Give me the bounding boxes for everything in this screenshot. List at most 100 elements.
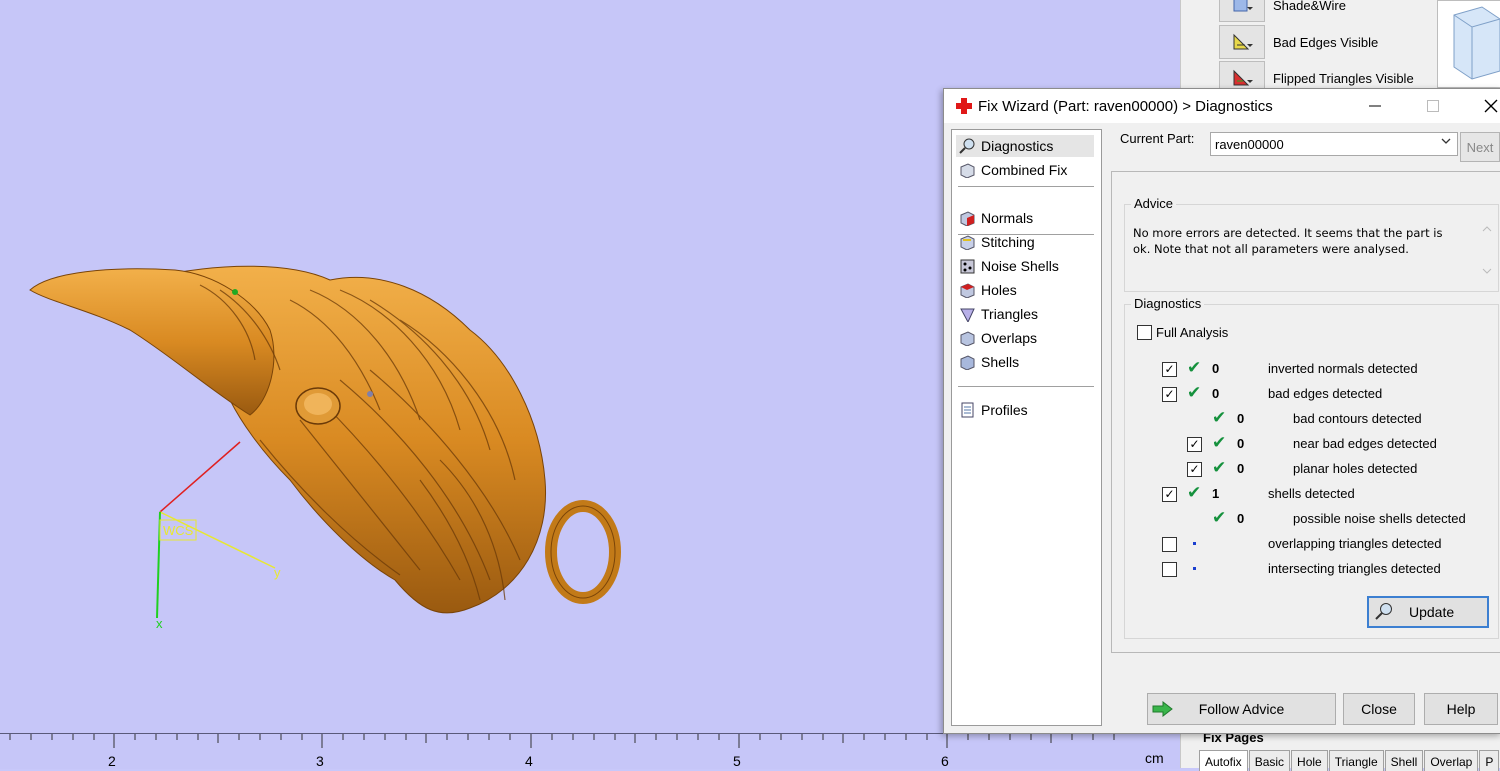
- check-icon: ✔: [1212, 408, 1227, 427]
- inverted-normals-label: inverted normals detected: [1268, 361, 1418, 376]
- advice-scrollbar[interactable]: [1480, 223, 1494, 277]
- advice-group: Advice No more errors are detected. It s…: [1124, 196, 1499, 292]
- triangles-icon: [960, 308, 975, 322]
- axis-x-label: x: [156, 616, 163, 631]
- follow-advice-label: Follow Advice: [1198, 701, 1285, 717]
- check-icon: ✔: [1187, 483, 1202, 502]
- diagnostics-page: Advice No more errors are detected. It s…: [1111, 171, 1500, 653]
- overlaps-icon: [960, 331, 975, 346]
- advice-title: Advice: [1131, 196, 1177, 211]
- ruler-label-6: 6: [941, 753, 949, 769]
- nav-separator-bottom: [958, 386, 1094, 387]
- status-dot-icon: [1193, 542, 1196, 545]
- shells-count: 1: [1212, 486, 1220, 501]
- shells-label: shells detected: [1268, 486, 1355, 501]
- inverted-normals-count: 0: [1212, 361, 1220, 376]
- status-dot-icon: [1193, 567, 1196, 570]
- check-icon: ✔: [1212, 458, 1227, 477]
- check-icon: ✔: [1212, 508, 1227, 527]
- holes-cube-icon: [960, 283, 975, 298]
- magnifier-icon: [959, 138, 975, 154]
- shells-checkbox[interactable]: ✓: [1162, 487, 1177, 502]
- nav-overlaps[interactable]: Overlaps: [956, 327, 1094, 349]
- near-bad-edges-count: 0: [1237, 436, 1245, 451]
- check-icon: ✔: [1187, 383, 1202, 402]
- next-button-label: Next: [1466, 139, 1494, 155]
- intersecting-triangles-label: intersecting triangles detected: [1268, 561, 1441, 576]
- ruler: 2 3 4 5 6 cm: [0, 733, 1190, 769]
- ruler-ticks: [9, 734, 1115, 748]
- nav-triangles[interactable]: Triangles: [956, 303, 1094, 325]
- inverted-normals-checkbox[interactable]: ✓: [1162, 362, 1177, 377]
- bad-edges-label: bad edges detected: [1268, 386, 1383, 401]
- nav-normals[interactable]: Normals: [956, 207, 1094, 229]
- bad-edges-label: Bad Edges Visible: [1273, 34, 1379, 50]
- check-icon: ✔: [1187, 358, 1202, 377]
- noise-shells-count: 0: [1237, 511, 1245, 526]
- flipped-triangles-label: Flipped Triangles Visible: [1273, 70, 1414, 86]
- dialog-titlebar[interactable]: Fix Wizard (Part: raven00000) > Diagnost…: [944, 89, 1500, 123]
- near-bad-edges-checkbox[interactable]: ✓: [1187, 437, 1202, 452]
- wcs-label: WCS: [163, 523, 194, 538]
- ruler-label-2: 2: [108, 753, 116, 769]
- ruler-label-5: 5: [733, 753, 741, 769]
- fix-wizard-dialog: Fix Wizard (Part: raven00000) > Diagnost…: [943, 88, 1500, 734]
- planar-holes-label: planar holes detected: [1293, 461, 1418, 476]
- stitching-cube-icon: [960, 235, 975, 250]
- nav-holes[interactable]: Holes: [956, 279, 1094, 301]
- bad-edges-visible-toggle[interactable]: Bad Edges Visible: [1219, 25, 1378, 59]
- bad-edges-checkbox[interactable]: ✓: [1162, 387, 1177, 402]
- shells-icon: [960, 355, 975, 370]
- overlapping-triangles-label: overlapping triangles detected: [1268, 536, 1442, 551]
- nav-noise-shells-label: Noise Shells: [981, 258, 1059, 274]
- ruler-label-4: 4: [525, 753, 533, 769]
- view-cube[interactable]: [1437, 0, 1500, 88]
- normals-cube-icon: [960, 211, 975, 226]
- diagnostics-group: Diagnostics Full Analysis ✓ ✔ 0 inverted…: [1124, 296, 1499, 639]
- cube-icon: [960, 163, 975, 178]
- view-cube-icon[interactable]: [1438, 1, 1500, 87]
- minimize-button[interactable]: [1352, 89, 1398, 123]
- update-button[interactable]: Update: [1367, 596, 1489, 628]
- diagnostics-title: Diagnostics: [1131, 296, 1205, 311]
- nav-overlaps-label: Overlaps: [981, 330, 1038, 346]
- bad-contours-label: bad contours detected: [1293, 411, 1422, 426]
- shade-wire-toggle[interactable]: Shade&Wire: [1219, 0, 1346, 22]
- nav-shells[interactable]: Shells: [956, 351, 1094, 373]
- shade-wire-icon[interactable]: [1219, 0, 1265, 22]
- next-button[interactable]: Next: [1460, 132, 1500, 162]
- nav-stitching[interactable]: Stitching: [956, 231, 1094, 253]
- nav-diagnostics[interactable]: Diagnostics: [956, 135, 1094, 157]
- nav-triangles-label: Triangles: [981, 306, 1039, 322]
- red-cross-icon: [956, 98, 972, 114]
- dialog-title: Fix Wizard (Part: raven00000) > Diagnost…: [978, 97, 1273, 115]
- help-button-label: Help: [1446, 701, 1476, 717]
- full-analysis-checkbox[interactable]: [1137, 325, 1152, 340]
- bad-edges-icon[interactable]: [1219, 25, 1265, 59]
- current-part-value: raven00000: [1215, 136, 1284, 152]
- close-icon: [1484, 99, 1498, 113]
- close-window-button[interactable]: [1468, 89, 1500, 123]
- nav-profiles[interactable]: Profiles: [956, 399, 1094, 421]
- document-icon: [961, 402, 974, 418]
- arrow-right-icon: [1152, 701, 1173, 717]
- nav-noise-shells[interactable]: Noise Shells: [956, 255, 1094, 277]
- planar-holes-checkbox[interactable]: ✓: [1187, 462, 1202, 477]
- maximize-button[interactable]: [1410, 89, 1456, 123]
- current-part-select[interactable]: raven00000: [1210, 132, 1458, 156]
- nav-combined-fix-label: Combined Fix: [981, 162, 1068, 178]
- nav-combined-fix[interactable]: Combined Fix: [956, 159, 1094, 181]
- near-bad-edges-label: near bad edges detected: [1293, 436, 1437, 451]
- follow-advice-button[interactable]: Follow Advice: [1147, 693, 1336, 725]
- intersecting-triangles-checkbox[interactable]: [1162, 562, 1177, 577]
- help-button[interactable]: Help: [1424, 693, 1498, 725]
- overlapping-triangles-checkbox[interactable]: [1162, 537, 1177, 552]
- nav-stitching-label: Stitching: [981, 234, 1035, 250]
- ruler-label-3: 3: [316, 753, 324, 769]
- nav-normals-label: Normals: [981, 210, 1034, 226]
- check-icon: ✔: [1212, 433, 1227, 452]
- full-analysis-label: Full Analysis: [1156, 325, 1229, 340]
- close-button[interactable]: Close: [1343, 693, 1415, 725]
- noise-shells-label: possible noise shells detected: [1293, 511, 1466, 526]
- ruler-unit: cm: [1145, 750, 1164, 766]
